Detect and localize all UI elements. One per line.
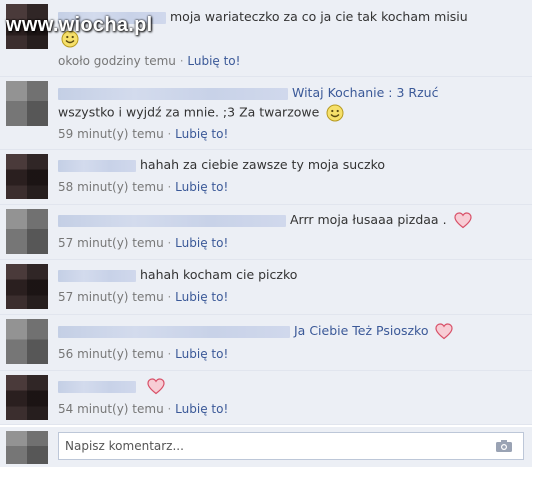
avatar[interactable]	[6, 264, 48, 309]
like-link[interactable]: Lubię to!	[175, 402, 228, 416]
avatar	[6, 431, 48, 464]
author-name[interactable]	[58, 159, 136, 172]
separator: ·	[167, 402, 172, 416]
comment-item: Ja Ciebie Też Psioszko 56 minut(y) temu …	[0, 315, 532, 371]
like-link[interactable]: Lubię to!	[175, 290, 228, 304]
author-name[interactable]	[58, 214, 286, 227]
like-link[interactable]: Lubię to!	[175, 347, 228, 361]
avatar[interactable]	[6, 154, 48, 199]
timestamp[interactable]: 59 minut(y) temu	[58, 127, 164, 141]
avatar[interactable]	[6, 319, 48, 364]
timestamp[interactable]: około godziny temu	[58, 54, 176, 68]
comment-item: hahah za ciebie zawsze ty moja suczko 58…	[0, 150, 532, 205]
watermark: www.wiocha.pl	[6, 14, 153, 36]
comment-input-placeholder: Napisz komentarz...	[65, 439, 184, 453]
comment-text: Arrr moja łusaaa pizdaa .	[290, 212, 447, 227]
comment-text: hahah za ciebie zawsze ty moja suczko	[140, 157, 386, 172]
comment-text: hahah kocham cie piczko	[140, 267, 298, 282]
heart-icon	[147, 378, 165, 395]
author-name[interactable]	[58, 325, 290, 338]
timestamp[interactable]: 54 minut(y) temu	[58, 402, 164, 416]
comment-item: Witaj Kochanie : 3 Rzuć wszystko i wyjdź…	[0, 77, 532, 150]
timestamp[interactable]: 58 minut(y) temu	[58, 180, 164, 194]
comment-text-continued: wszystko i wyjdź za mnie. ;3 Za twarzowe	[58, 104, 320, 120]
separator: ·	[167, 236, 172, 250]
separator: ·	[167, 127, 172, 141]
separator: ·	[167, 290, 172, 304]
separator: ·	[167, 180, 172, 194]
like-link[interactable]: Lubię to!	[175, 236, 228, 250]
smile-icon	[326, 104, 344, 122]
like-link[interactable]: Lubię to!	[175, 180, 228, 194]
avatar[interactable]	[6, 81, 48, 126]
comment-item: hahah kocham cie piczko 57 minut(y) temu…	[0, 260, 532, 315]
comment-thread: moja wariateczko za co ja cie tak kocham…	[0, 0, 543, 487]
comment-composer: Napisz komentarz...	[0, 427, 532, 467]
avatar[interactable]	[6, 375, 48, 420]
comment-item: Arrr moja łusaaa pizdaa . 57 minut(y) te…	[0, 205, 532, 260]
heart-icon	[453, 212, 472, 229]
comment-text: Ja Ciebie Też Psioszko	[294, 323, 429, 338]
camera-icon[interactable]	[495, 439, 513, 453]
heart-icon	[435, 323, 454, 340]
avatar[interactable]	[6, 209, 48, 254]
author-name[interactable]	[58, 269, 136, 282]
author-name[interactable]	[58, 380, 136, 393]
comment-item: 54 minut(y) temu · Lubię to!	[0, 371, 532, 425]
separator: ·	[167, 347, 172, 361]
comment-text: moja wariateczko za co ja cie tak kocham…	[170, 9, 468, 24]
separator: ·	[179, 54, 184, 68]
timestamp[interactable]: 56 minut(y) temu	[58, 347, 164, 361]
like-link[interactable]: Lubię to!	[187, 54, 240, 68]
timestamp[interactable]: 57 minut(y) temu	[58, 290, 164, 304]
comment-item: moja wariateczko za co ja cie tak kocham…	[0, 0, 532, 77]
comment-text: Witaj Kochanie : 3 Rzuć	[292, 85, 439, 100]
timestamp[interactable]: 57 minut(y) temu	[58, 236, 164, 250]
comment-input[interactable]: Napisz komentarz...	[58, 432, 524, 460]
like-link[interactable]: Lubię to!	[175, 127, 228, 141]
author-name[interactable]	[58, 87, 288, 100]
